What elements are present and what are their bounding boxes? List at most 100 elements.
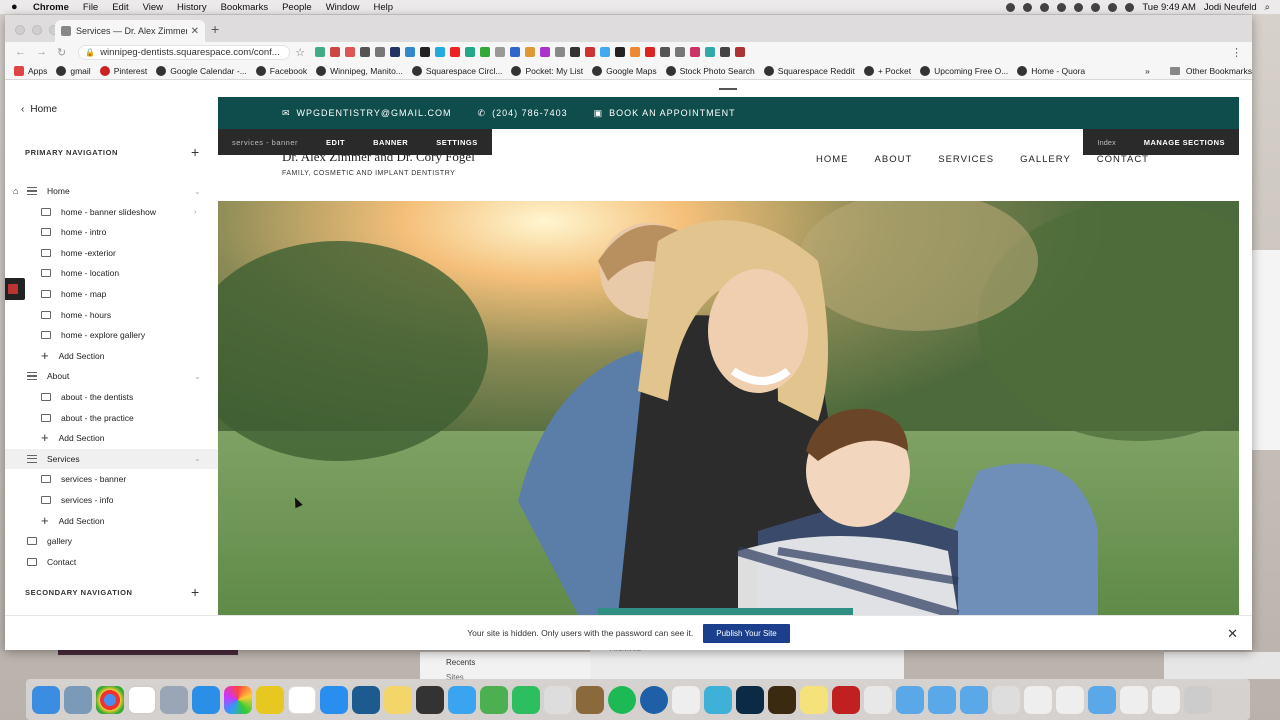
extension-icon[interactable] (720, 47, 731, 57)
clock[interactable]: Tue 9:49 AM (1142, 2, 1196, 13)
extension-icon[interactable] (480, 47, 491, 57)
bookmark-add-pocket[interactable]: + Pocket (863, 65, 911, 76)
preview-icon[interactable] (64, 685, 92, 714)
minimize-window-button[interactable] (32, 25, 42, 35)
wifi-icon[interactable] (1108, 2, 1118, 12)
apple-icon[interactable]: ● (11, 1, 23, 13)
user-name[interactable]: Jodi Neufeld (1204, 2, 1257, 13)
document-icon[interactable] (1056, 685, 1084, 714)
menu-people[interactable]: People (282, 2, 312, 13)
app-icon[interactable] (704, 685, 732, 714)
app-icon[interactable] (672, 685, 700, 714)
app-icon[interactable] (256, 685, 284, 714)
bookmark-google-maps[interactable]: Google Maps (592, 65, 657, 76)
extension-icon[interactable] (585, 47, 596, 57)
page-item[interactable]: services - banner (5, 469, 218, 489)
bookmark-apps[interactable]: Apps (14, 65, 47, 76)
extension-icon[interactable] (660, 47, 671, 57)
add-section-button[interactable]: + Add Section (5, 346, 218, 366)
other-bookmarks[interactable]: Other Bookmarks (1186, 66, 1252, 76)
1password-icon[interactable] (640, 685, 668, 714)
folder-icon[interactable] (960, 685, 988, 714)
add-section-button[interactable]: + Add Section (5, 428, 218, 448)
floating-handle[interactable] (5, 278, 25, 300)
extension-icon[interactable] (435, 47, 446, 57)
bookmark-pinterest[interactable]: Pinterest (99, 65, 147, 76)
acrobat-icon[interactable] (832, 685, 860, 714)
app-icon[interactable] (544, 685, 572, 714)
bookmark-google-calendar[interactable]: Google Calendar -... (156, 65, 247, 76)
publish-site-button[interactable]: Publish Your Site (703, 623, 790, 643)
messages-icon[interactable] (448, 685, 476, 714)
chevron-down-icon[interactable]: ⌄ (194, 454, 201, 463)
app-icon[interactable] (416, 685, 444, 714)
chevron-down-icon[interactable]: ⌄ (194, 187, 201, 196)
folder-icon[interactable] (1088, 685, 1116, 714)
bookmark-quora[interactable]: Home - Quora (1017, 65, 1085, 76)
page-item[interactable]: home - intro (5, 222, 218, 242)
forward-icon[interactable]: → (36, 46, 47, 58)
finder-icon[interactable] (32, 685, 60, 714)
extension-icon[interactable] (735, 47, 746, 57)
extension-icon[interactable] (570, 47, 581, 57)
close-tab-icon[interactable]: ✕ (191, 26, 199, 37)
document-icon[interactable] (1152, 685, 1180, 714)
app-icon[interactable] (576, 685, 604, 714)
menu-bookmarks[interactable]: Bookmarks (221, 2, 269, 13)
extension-icon[interactable] (510, 47, 521, 57)
extension-icon[interactable] (390, 47, 401, 57)
extension-icon[interactable] (555, 47, 566, 57)
page-item[interactable]: Services ⌄ (5, 448, 218, 469)
email-link[interactable]: ✉ WPGDENTISTRY@GMAIL.COM (282, 108, 452, 119)
page-item[interactable]: home - map (5, 284, 218, 304)
add-section-button[interactable]: + Add Section (5, 511, 218, 531)
spotify-icon[interactable] (608, 685, 636, 714)
page-item[interactable]: about - the practice (5, 408, 218, 428)
bookmark-stock-photo[interactable]: Stock Photo Search (665, 65, 755, 76)
manage-sections-button[interactable]: MANAGE SECTIONS (1130, 138, 1239, 147)
document-icon[interactable] (1120, 685, 1148, 714)
page-item[interactable]: gallery (5, 531, 218, 551)
extension-icon[interactable] (690, 47, 701, 57)
reload-icon[interactable]: ↻ (57, 46, 66, 59)
extension-icon[interactable] (315, 47, 326, 57)
safari-icon[interactable] (192, 685, 220, 714)
status-icon[interactable] (1006, 2, 1016, 12)
photos-icon[interactable] (224, 685, 252, 714)
bookmark-gmail[interactable]: gmail (56, 65, 91, 76)
page-item[interactable]: home - hours (5, 305, 218, 325)
book-appointment-link[interactable]: ▣ BOOK AN APPOINTMENT (594, 108, 736, 119)
extension-icon[interactable] (360, 47, 371, 57)
chrome-icon[interactable] (96, 685, 124, 714)
document-icon[interactable] (1024, 685, 1052, 714)
address-bar[interactable]: 🔒 winnipeg-dentists.squarespace.com/conf… (78, 44, 291, 60)
notes-icon[interactable] (384, 685, 412, 714)
extension-icon[interactable] (465, 47, 476, 57)
nav-home[interactable]: HOME (816, 154, 849, 165)
chevron-down-icon[interactable]: ⌄ (194, 372, 201, 381)
extension-icon[interactable] (705, 47, 716, 57)
launchpad-icon[interactable] (160, 685, 188, 714)
bookmark-pocket[interactable]: Pocket: My List (511, 65, 583, 76)
menu-file[interactable]: File (83, 2, 98, 13)
phone-link[interactable]: ✆ (204) 786-7403 (478, 108, 568, 119)
trash-icon[interactable] (1184, 685, 1212, 714)
bridge-icon[interactable] (768, 685, 796, 714)
extension-icon[interactable] (405, 47, 416, 57)
page-item[interactable]: home - banner slideshow › (5, 202, 218, 222)
home-back-link[interactable]: ‹ Home (21, 104, 57, 115)
page-item[interactable]: services - info (5, 490, 218, 510)
page-item[interactable]: About ⌄ (5, 366, 218, 386)
status-icon[interactable] (1040, 2, 1050, 12)
extension-icon[interactable] (600, 47, 611, 57)
add-page-secondary-icon[interactable]: + (191, 585, 199, 599)
page-item[interactable]: ⌂ Home ⌄ (5, 181, 218, 201)
bookmark-squarespace-reddit[interactable]: Squarespace Reddit (763, 65, 855, 76)
evernote-icon[interactable] (512, 685, 540, 714)
bookmark-star-icon[interactable]: ☆ (295, 46, 305, 59)
nav-contact[interactable]: CONTACT (1097, 154, 1149, 165)
calendar-icon[interactable] (128, 685, 156, 714)
app-icon[interactable] (480, 685, 508, 714)
settings-button[interactable]: SETTINGS (422, 138, 492, 147)
nav-about[interactable]: ABOUT (875, 154, 913, 165)
